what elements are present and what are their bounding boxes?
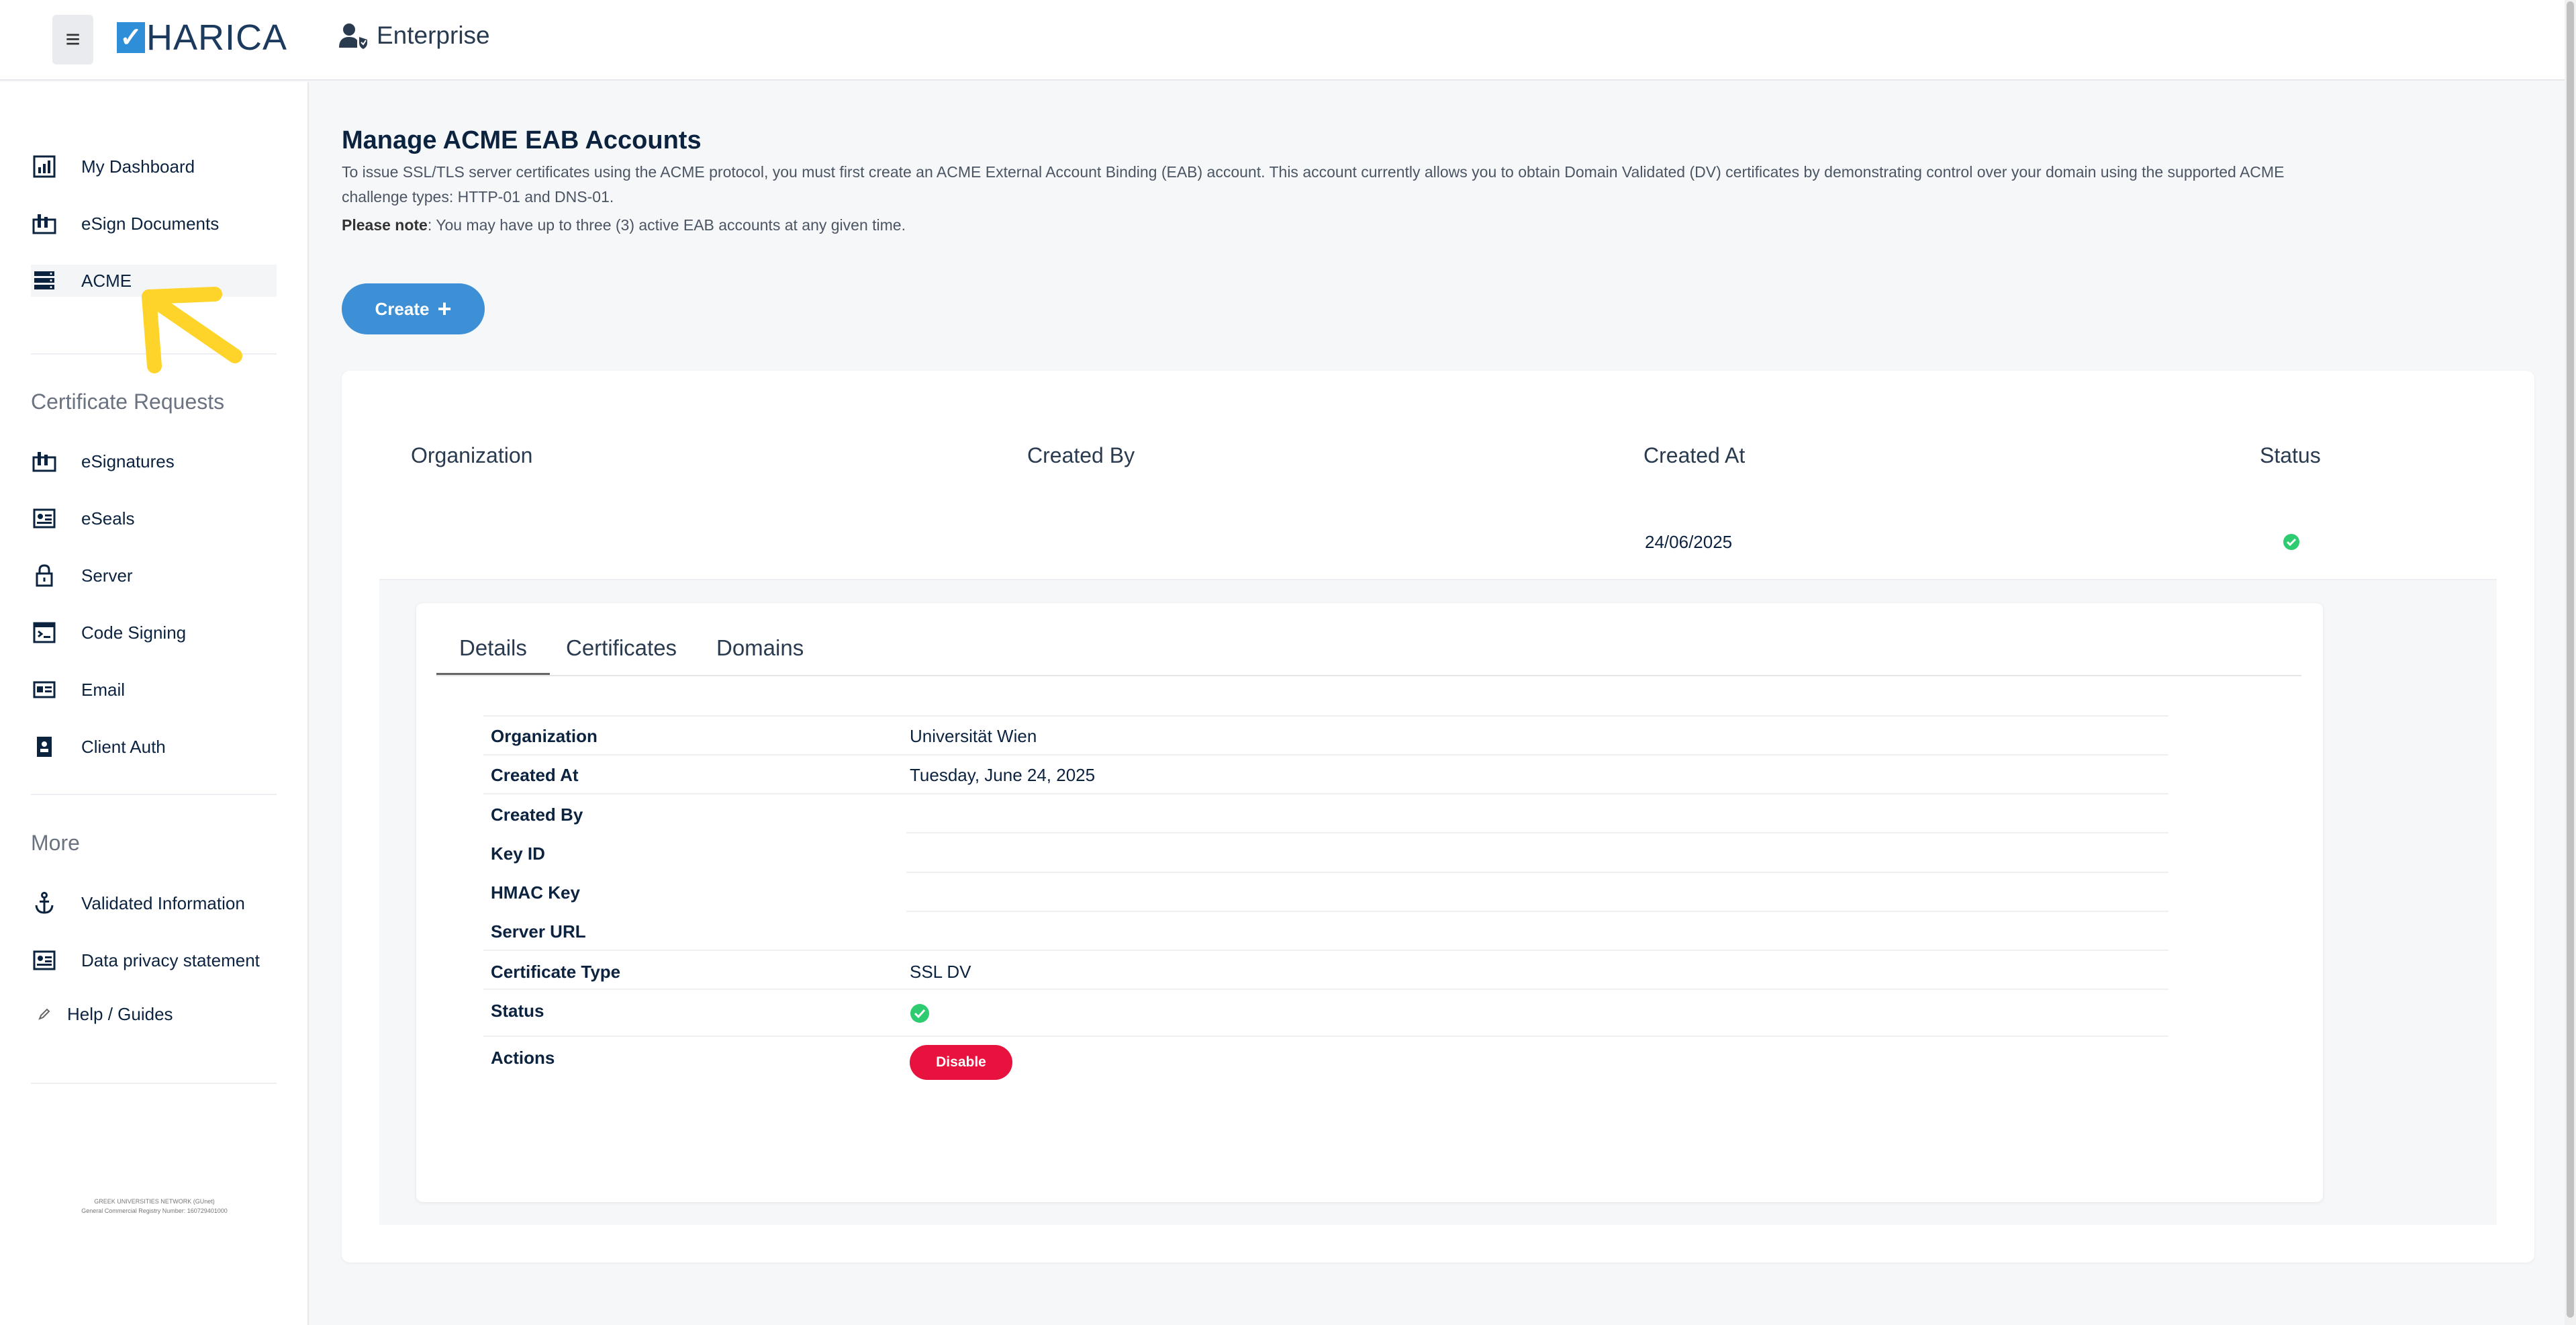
sidebar-item-label: eSignatures — [81, 451, 175, 471]
enterprise-label: Enterprise — [377, 21, 490, 49]
sidebar-item-label: Email — [81, 679, 126, 700]
tab-certificates[interactable]: Certificates — [566, 635, 677, 673]
user-shield-icon — [339, 24, 367, 49]
detail-value-created-at: Tuesday, June 24, 2025 — [910, 765, 1096, 785]
pencil-icon — [31, 1001, 58, 1027]
harica-logo[interactable]: ✓ HARICA — [117, 17, 287, 58]
column-header-created-by[interactable]: Created By — [1027, 443, 1135, 468]
esign-icon — [31, 448, 58, 475]
hamburger-icon: ≡ — [65, 25, 81, 54]
hamburger-menu-button[interactable]: ≡ — [52, 15, 93, 64]
footer-org: GREEK UNIVERSITIES NETWORK (GUnet) — [94, 1198, 215, 1205]
footer-registry: General Commercial Registry Number: 1607… — [81, 1207, 228, 1214]
sidebar-item-server[interactable]: Server — [31, 559, 277, 592]
plus-icon: + — [437, 295, 452, 322]
page-title: Manage ACME EAB Accounts — [342, 126, 702, 154]
sidebar-item-label: Code Signing — [81, 622, 187, 643]
sidebar-item-data-privacy[interactable]: Data privacy statement — [31, 944, 277, 976]
sidebar-divider — [31, 1083, 277, 1084]
detail-label-organization: Organization — [491, 726, 598, 746]
sidebar-item-validated-information[interactable]: Validated Information — [31, 887, 277, 919]
column-header-status[interactable]: Status — [2260, 443, 2321, 468]
id-card-icon — [31, 947, 58, 974]
sidebar-item-code-signing[interactable]: Code Signing — [31, 616, 277, 649]
sidebar-divider — [31, 794, 277, 795]
detail-label-status: Status — [491, 1001, 544, 1021]
sidebar-item-label: Validated Information — [81, 893, 245, 913]
create-button[interactable]: Create + — [342, 283, 485, 334]
sidebar-footer: GREEK UNIVERSITIES NETWORK (GUnet) Gener… — [40, 1197, 269, 1216]
scrollbar-thumb[interactable] — [2567, 1, 2574, 1318]
detail-row — [483, 793, 2168, 832]
row-created-at[interactable]: 24/06/2025 — [1645, 532, 1732, 553]
badge-icon — [31, 733, 58, 760]
detail-label-actions: Actions — [491, 1048, 555, 1068]
detail-label-server-url: Server URL — [491, 921, 586, 942]
detail-row — [483, 1036, 2168, 1075]
status-active-icon — [910, 1003, 930, 1028]
detail-row — [483, 715, 2168, 754]
sidebar: My Dashboard eSign Documents ACME Certif… — [0, 82, 309, 1325]
sidebar-item-email[interactable]: Email — [31, 674, 277, 706]
terminal-icon — [31, 619, 58, 646]
anchor-icon — [31, 890, 58, 917]
sidebar-item-label: ACME — [81, 270, 132, 291]
detail-label-created-by: Created By — [491, 805, 583, 825]
esign-icon — [31, 210, 58, 237]
logo-text: HARICA — [146, 17, 288, 58]
sidebar-item-my-dashboard[interactable]: My Dashboard — [31, 150, 277, 183]
section-title-certificate-requests: Certificate Requests — [31, 390, 225, 414]
note-label: Please note — [342, 216, 428, 234]
section-title-more: More — [31, 831, 80, 855]
page-note: Please note: You may have up to three (3… — [342, 216, 906, 234]
detail-label-certificate-type: Certificate Type — [491, 962, 621, 982]
disable-button[interactable]: Disable — [910, 1045, 1012, 1080]
email-card-icon — [31, 676, 58, 703]
detail-row-line — [906, 872, 2168, 873]
tabs-divider — [436, 675, 2301, 676]
detail-row — [483, 754, 2168, 793]
column-header-organization[interactable]: Organization — [411, 443, 532, 468]
annotation-arrow-icon — [142, 287, 242, 373]
sidebar-item-label: Client Auth — [81, 736, 166, 757]
sidebar-item-esign-documents[interactable]: eSign Documents — [31, 208, 277, 240]
tab-domains[interactable]: Domains — [716, 635, 804, 673]
detail-value-organization: Universität Wien — [910, 726, 1037, 746]
tab-details[interactable]: Details — [436, 635, 550, 676]
dashboard-icon — [31, 153, 58, 180]
note-text: : You may have up to three (3) active EA… — [427, 216, 906, 234]
detail-row — [483, 989, 2168, 1027]
column-header-created-at[interactable]: Created At — [1643, 443, 1745, 468]
sidebar-item-label: eSeals — [81, 508, 135, 529]
sidebar-item-label: Data privacy statement — [81, 950, 260, 970]
page-description: To issue SSL/TLS server certificates usi… — [342, 163, 2285, 205]
detail-row-line — [906, 911, 2168, 912]
lock-icon — [31, 562, 58, 589]
enterprise-context[interactable]: Enterprise — [339, 21, 490, 50]
detail-value-certificate-type: SSL DV — [910, 962, 971, 982]
details-panel — [416, 603, 2323, 1202]
detail-row-line — [906, 832, 2168, 833]
top-header: ≡ ✓ HARICA Enterprise — [0, 0, 2565, 81]
create-label: Create — [375, 298, 430, 319]
detail-label-created-at: Created At — [491, 765, 579, 785]
detail-label-hmac-key: HMAC Key — [491, 882, 580, 903]
sidebar-item-help-guides[interactable]: Help / Guides — [31, 998, 277, 1030]
status-active-icon — [2283, 533, 2300, 555]
checkmark-logo-icon: ✓ — [117, 22, 145, 53]
sidebar-item-label: My Dashboard — [81, 156, 195, 177]
sidebar-item-label: Help / Guides — [67, 1003, 173, 1024]
detail-label-key-id: Key ID — [491, 843, 545, 864]
sidebar-item-eseals[interactable]: eSeals — [31, 502, 277, 535]
detail-row — [483, 950, 2168, 989]
id-card-icon — [31, 505, 58, 532]
sidebar-item-label: eSign Documents — [81, 213, 220, 234]
sidebar-item-client-auth[interactable]: Client Auth — [31, 731, 277, 763]
sidebar-item-label: Server — [81, 565, 133, 586]
server-stack-icon — [31, 267, 58, 294]
sidebar-item-esignatures[interactable]: eSignatures — [31, 445, 277, 477]
